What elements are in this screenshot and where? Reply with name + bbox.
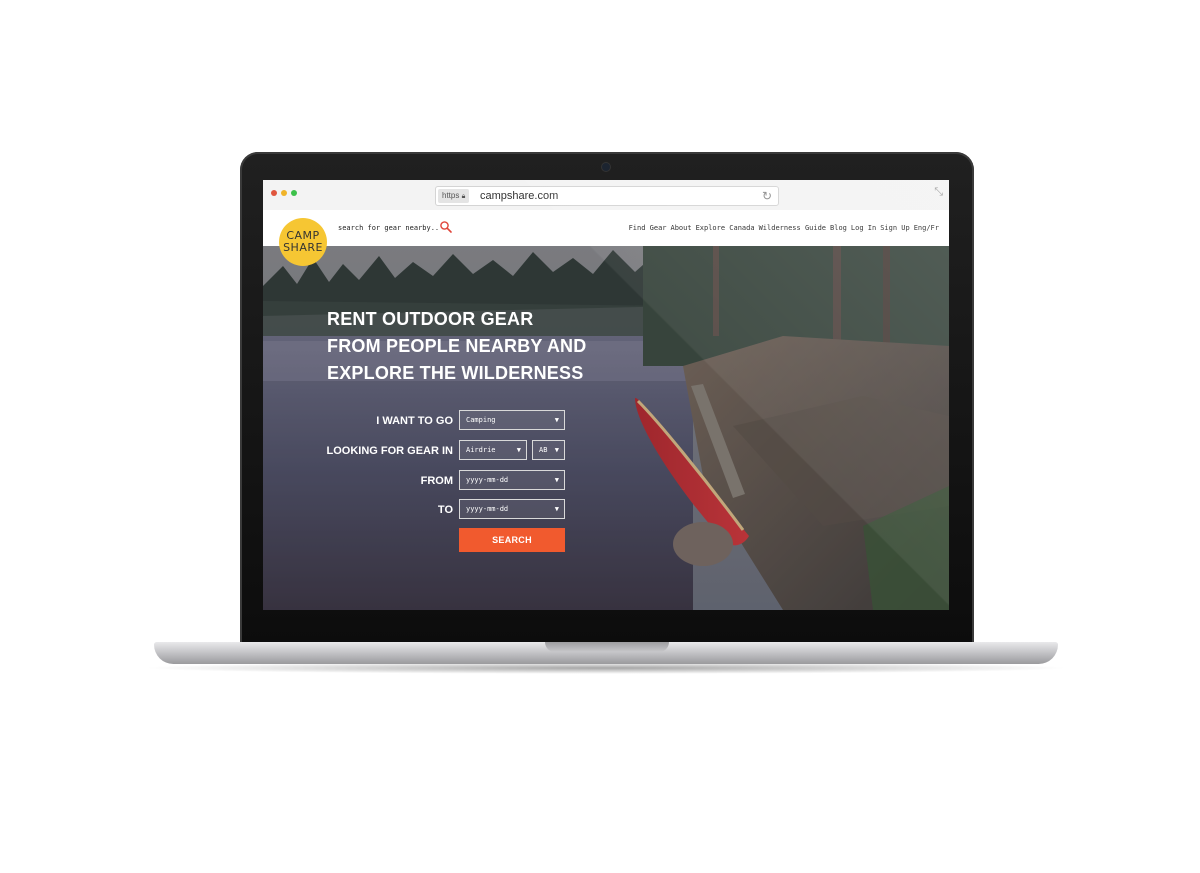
- chevron-down-icon: ▼: [516, 446, 521, 454]
- hero-headline: RENT OUTDOOR GEAR FROM PEOPLE NEARBY AND…: [327, 306, 586, 387]
- search-button[interactable]: SEARCH: [459, 528, 565, 552]
- laptop-mockup: https 🔒︎ campshare.com ↻ ⤡ CAMP SHARE se…: [0, 0, 1200, 873]
- from-date-placeholder: yyyy-mm-dd: [466, 476, 509, 484]
- url-text: campshare.com: [480, 190, 559, 202]
- gear-location-label: LOOKING FOR GEAR IN: [326, 445, 454, 457]
- reload-icon[interactable]: ↻: [762, 188, 772, 204]
- nav-find-gear[interactable]: Find Gear: [629, 223, 667, 233]
- gear-search-input[interactable]: search for gear nearby..: [338, 223, 439, 233]
- maximize-window-button[interactable]: [291, 190, 297, 196]
- lake-canoe-photo: [263, 246, 949, 610]
- logo-line-share: SHARE: [283, 241, 323, 254]
- chevron-down-icon: ▼: [554, 416, 559, 424]
- address-bar[interactable]: https 🔒︎ campshare.com ↻: [435, 186, 779, 206]
- nav-log-in[interactable]: Log In: [851, 223, 876, 233]
- browser-window: https 🔒︎ campshare.com ↻ ⤡ CAMP SHARE se…: [263, 180, 949, 610]
- minimize-window-button[interactable]: [281, 190, 287, 196]
- chevron-down-icon: ▼: [554, 505, 559, 513]
- to-label: TO: [437, 504, 453, 516]
- city-select[interactable]: Airdrie ▼: [459, 440, 527, 460]
- nav-language-toggle[interactable]: Eng/Fr: [914, 223, 939, 233]
- protocol-label: https: [442, 191, 460, 200]
- headline-line-3: EXPLORE THE WILDERNESS: [327, 363, 584, 383]
- province-select[interactable]: AB ▼: [532, 440, 565, 460]
- to-date-placeholder: yyyy-mm-dd: [466, 505, 509, 513]
- chevron-down-icon: ▼: [554, 476, 559, 484]
- webcam: [602, 163, 610, 171]
- activity-select[interactable]: Camping ▼: [459, 410, 565, 430]
- nav-explore-canada[interactable]: Explore Canada: [696, 223, 755, 233]
- lock-icon: 🔒︎: [461, 193, 466, 200]
- security-indicator: https 🔒︎: [438, 189, 470, 203]
- from-date-input[interactable]: yyyy-mm-dd ▼: [459, 470, 565, 490]
- headline-line-1: RENT OUTDOOR GEAR: [327, 309, 534, 329]
- chevron-down-icon: ▼: [554, 446, 559, 454]
- city-value: Airdrie: [466, 446, 496, 454]
- search-icon[interactable]: [439, 220, 453, 234]
- nav-blog[interactable]: Blog: [830, 223, 847, 233]
- to-date-input[interactable]: yyyy-mm-dd ▼: [459, 499, 565, 519]
- province-value: AB: [539, 446, 548, 454]
- browser-toolbar: https 🔒︎ campshare.com ↻ ⤡: [263, 180, 949, 211]
- headline-line-2: FROM PEOPLE NEARBY AND: [327, 336, 587, 356]
- main-nav: Find Gear About Explore Canada Wildernes…: [629, 223, 939, 233]
- nav-sign-up[interactable]: Sign Up: [880, 223, 910, 233]
- nav-wilderness-guide[interactable]: Wilderness Guide: [759, 223, 826, 233]
- campshare-logo[interactable]: CAMP SHARE: [279, 218, 327, 266]
- hero-section: RENT OUTDOOR GEAR FROM PEOPLE NEARBY AND…: [263, 246, 949, 610]
- nav-about[interactable]: About: [671, 223, 692, 233]
- laptop-notch: [545, 642, 669, 652]
- from-label: FROM: [420, 475, 453, 487]
- close-window-button[interactable]: [271, 190, 277, 196]
- fullscreen-icon[interactable]: ⤡: [934, 186, 943, 199]
- want-to-go-label: I WANT TO GO: [376, 415, 453, 427]
- activity-value: Camping: [466, 416, 496, 424]
